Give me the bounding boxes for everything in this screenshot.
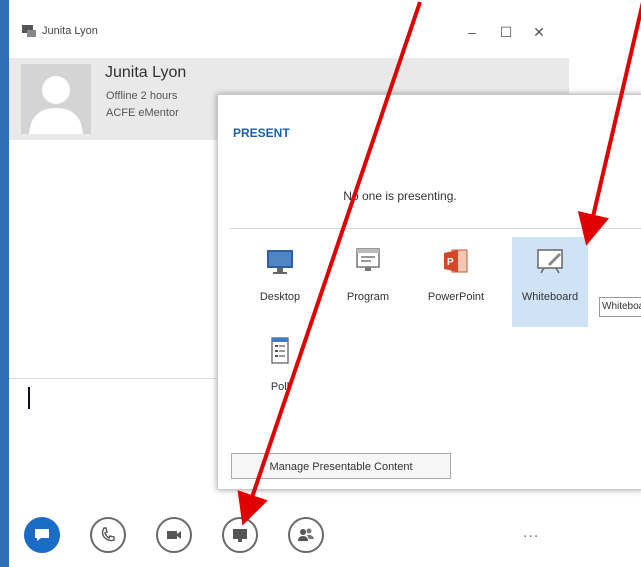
manage-presentable-content-button[interactable]: Manage Presentable Content	[231, 453, 451, 479]
left-window-edge	[0, 0, 9, 567]
video-button[interactable]	[156, 517, 192, 553]
conversation-toolbar: ...	[9, 500, 569, 567]
present-poll-option[interactable]: Poll	[242, 327, 318, 417]
text-cursor	[28, 387, 30, 409]
option-label: Desktop	[259, 291, 301, 303]
title-bar: Junita Lyon – ☐ ✕	[9, 0, 569, 58]
option-label: Whiteboard	[521, 291, 579, 303]
presenting-status: No one is presenting.	[343, 189, 457, 203]
whiteboard-icon	[537, 249, 563, 274]
default-avatar-icon	[29, 76, 83, 134]
desktop-icon	[267, 250, 293, 274]
powerpoint-icon: P	[444, 249, 468, 273]
tooltip: Whiteboard	[599, 297, 641, 317]
option-label: Poll	[270, 381, 290, 393]
contact-name[interactable]: Junita Lyon	[105, 64, 186, 82]
phone-icon	[101, 527, 115, 542]
im-button[interactable]	[24, 517, 60, 553]
present-desktop-option[interactable]: Desktop	[242, 237, 318, 327]
close-button[interactable]: ✕	[524, 18, 554, 46]
present-whiteboard-option[interactable]: Whiteboard	[512, 237, 588, 327]
contact-company: ACFE eMentor	[106, 107, 179, 119]
option-label: Program	[346, 291, 390, 303]
window-title: Junita Lyon	[42, 25, 98, 37]
call-button[interactable]	[90, 517, 126, 553]
divider	[230, 228, 641, 229]
contact-status: Offline 2 hours	[106, 90, 178, 102]
chat-bubble-icon	[35, 529, 49, 541]
present-menu: PRESENT No one is presenting. Desktop Pr…	[217, 94, 641, 490]
program-icon	[356, 248, 380, 271]
minimize-button[interactable]: –	[457, 18, 487, 46]
present-heading: PRESENT	[233, 126, 290, 140]
present-button[interactable]	[222, 517, 258, 553]
poll-icon	[271, 337, 289, 364]
present-powerpoint-option[interactable]: P PowerPoint	[418, 237, 494, 327]
more-options-button[interactable]: ...	[523, 524, 539, 542]
maximize-button[interactable]: ☐	[491, 18, 521, 46]
people-icon	[298, 528, 314, 541]
present-program-option[interactable]: Program	[330, 237, 406, 327]
svg-text:P: P	[447, 257, 454, 268]
present-monitor-icon	[233, 529, 247, 542]
video-camera-icon	[167, 531, 181, 539]
lync-app-icon	[22, 25, 36, 37]
option-label: PowerPoint	[427, 291, 485, 303]
avatar[interactable]	[21, 64, 91, 134]
participants-button[interactable]	[288, 517, 324, 553]
